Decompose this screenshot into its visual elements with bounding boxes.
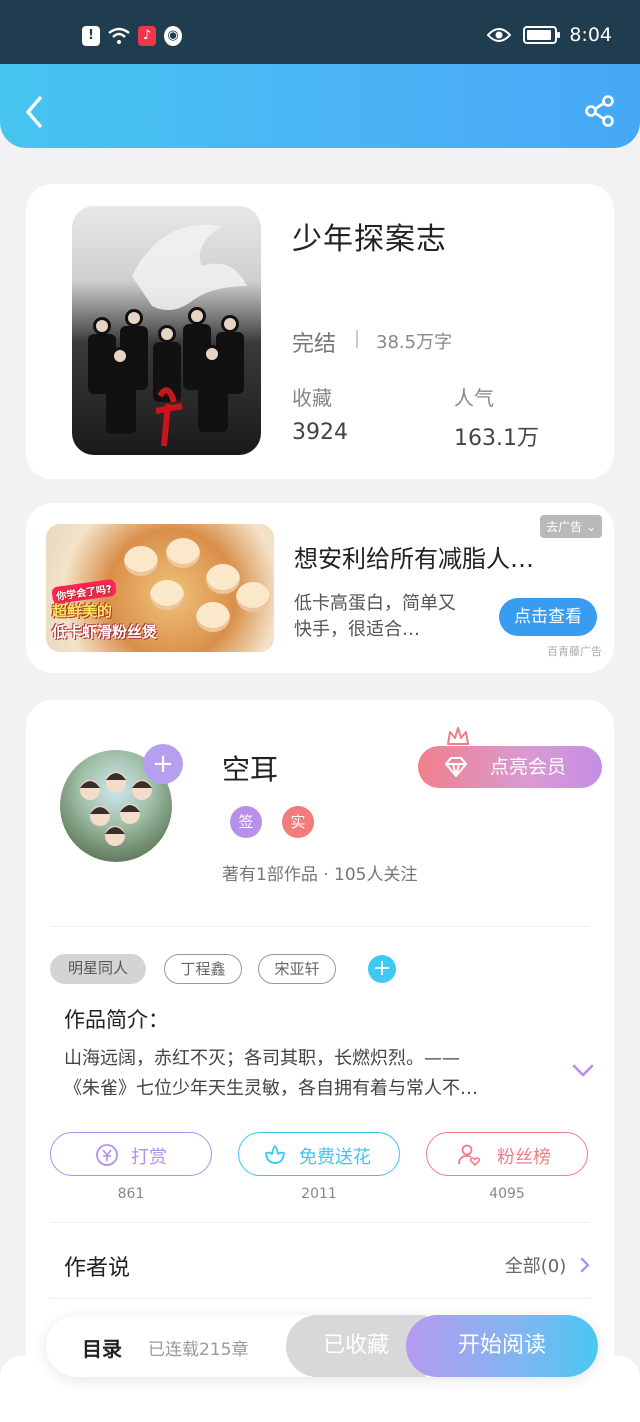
header-bar bbox=[0, 64, 640, 148]
intro-label: 作品简介： bbox=[64, 1008, 169, 1032]
bottom-action-bar: 目录 已连载215章 已收藏 开始阅读 bbox=[46, 1315, 598, 1377]
notification-icons: ! ♪ ◉ bbox=[82, 26, 182, 46]
diamond-icon bbox=[445, 757, 467, 777]
tag-item[interactable]: 宋亚轩 bbox=[258, 954, 336, 984]
status-time: 8:04 bbox=[569, 24, 612, 46]
remove-ad-button[interactable]: 去广告 ⌄ bbox=[540, 515, 602, 538]
author-name: 空耳 bbox=[222, 753, 279, 786]
chevron-right-icon bbox=[580, 1257, 590, 1273]
favorites-label: 收藏 bbox=[292, 386, 332, 410]
tag-item[interactable]: 明星同人 bbox=[50, 954, 146, 984]
tag-item[interactable]: 丁程鑫 bbox=[164, 954, 242, 984]
reward-count: 861 bbox=[117, 1186, 145, 1202]
start-reading-button[interactable]: 开始阅读 bbox=[406, 1315, 598, 1377]
status-right: 8:04 bbox=[487, 24, 612, 46]
meta-divider bbox=[356, 330, 358, 348]
toc-button[interactable]: 目录 bbox=[82, 1333, 122, 1362]
divider bbox=[50, 1298, 590, 1299]
popularity-value: 163.1万 bbox=[454, 426, 539, 451]
bear-icon: ◉ bbox=[164, 26, 182, 46]
book-word-count: 38.5万字 bbox=[376, 332, 453, 353]
ad-view-button[interactable]: 点击查看 bbox=[499, 598, 597, 636]
ad-card[interactable]: 你学会了吗? 超鲜美的 低卡虾滑粉丝煲 去广告 ⌄ 想安利给所有减脂人… 低卡高… bbox=[26, 503, 614, 673]
eye-icon bbox=[487, 28, 512, 42]
book-title: 少年探案志 bbox=[292, 222, 447, 257]
ad-image-caption: 你学会了吗? 超鲜美的 低卡虾滑粉丝煲 bbox=[51, 578, 157, 642]
alert-icon: ! bbox=[82, 26, 100, 46]
signed-badge: 签 bbox=[230, 806, 262, 838]
reward-button[interactable]: 打赏 bbox=[50, 1132, 212, 1176]
collected-button[interactable]: 已收藏 bbox=[286, 1315, 426, 1377]
book-info-card: 少年探案志 完结 38.5万字 收藏 3924 人气 163.1万 bbox=[26, 184, 614, 479]
divider bbox=[50, 1222, 590, 1223]
add-tag-button[interactable]: + bbox=[368, 955, 396, 983]
fan-heart-icon bbox=[458, 1144, 481, 1167]
ad-source: 百青藤广告 bbox=[547, 645, 602, 658]
follow-author-button[interactable]: + bbox=[143, 744, 183, 784]
favorites-value: 3924 bbox=[292, 420, 348, 445]
book-status: 完结 bbox=[292, 332, 337, 357]
chevron-left-icon[interactable] bbox=[22, 94, 46, 130]
verified-badge: 实 bbox=[282, 806, 314, 838]
flower-count: 2011 bbox=[301, 1186, 337, 1202]
ad-image[interactable]: 你学会了吗? 超鲜美的 低卡虾滑粉丝煲 bbox=[46, 524, 274, 652]
author-say-label: 作者说 bbox=[64, 1256, 131, 1281]
popularity-label: 人气 bbox=[454, 386, 494, 410]
author-say-all-link[interactable]: 全部(0) bbox=[505, 1252, 590, 1278]
chevron-down-icon[interactable] bbox=[572, 1064, 594, 1078]
flower-icon bbox=[265, 1145, 285, 1164]
ad-title: 想安利给所有减脂人… bbox=[294, 545, 534, 573]
activate-vip-button[interactable]: 点亮会员 bbox=[418, 746, 602, 788]
divider bbox=[50, 926, 590, 927]
status-bar: ! ♪ ◉ 8:04 bbox=[0, 0, 640, 64]
author-card: + 空耳 签 实 著有1部作品 · 105人关注 点亮会员 明星同人 丁程鑫 宋… bbox=[26, 700, 614, 1380]
battery-icon bbox=[523, 26, 561, 44]
serial-status: 已连载215章 bbox=[148, 1340, 249, 1360]
author-stats: 著有1部作品 · 105人关注 bbox=[222, 865, 418, 885]
intro-text: 山海远阔，赤红不灭；各司其职，长燃炽烈。—— 《朱雀》七位少年天生灵敏，各自拥有… bbox=[64, 1048, 478, 1099]
fan-count: 4095 bbox=[489, 1186, 525, 1202]
music-icon: ♪ bbox=[138, 26, 156, 46]
ad-description: 低卡高蛋白，简单又快手，很适合… bbox=[294, 593, 456, 640]
share-icon[interactable] bbox=[584, 94, 616, 128]
book-cover bbox=[72, 206, 261, 455]
fan-ranking-button[interactable]: 粉丝榜 bbox=[426, 1132, 588, 1176]
coin-icon bbox=[96, 1144, 118, 1166]
wifi-icon bbox=[108, 27, 130, 44]
send-flower-button[interactable]: 免费送花 bbox=[238, 1132, 400, 1176]
crown-icon bbox=[447, 727, 469, 745]
